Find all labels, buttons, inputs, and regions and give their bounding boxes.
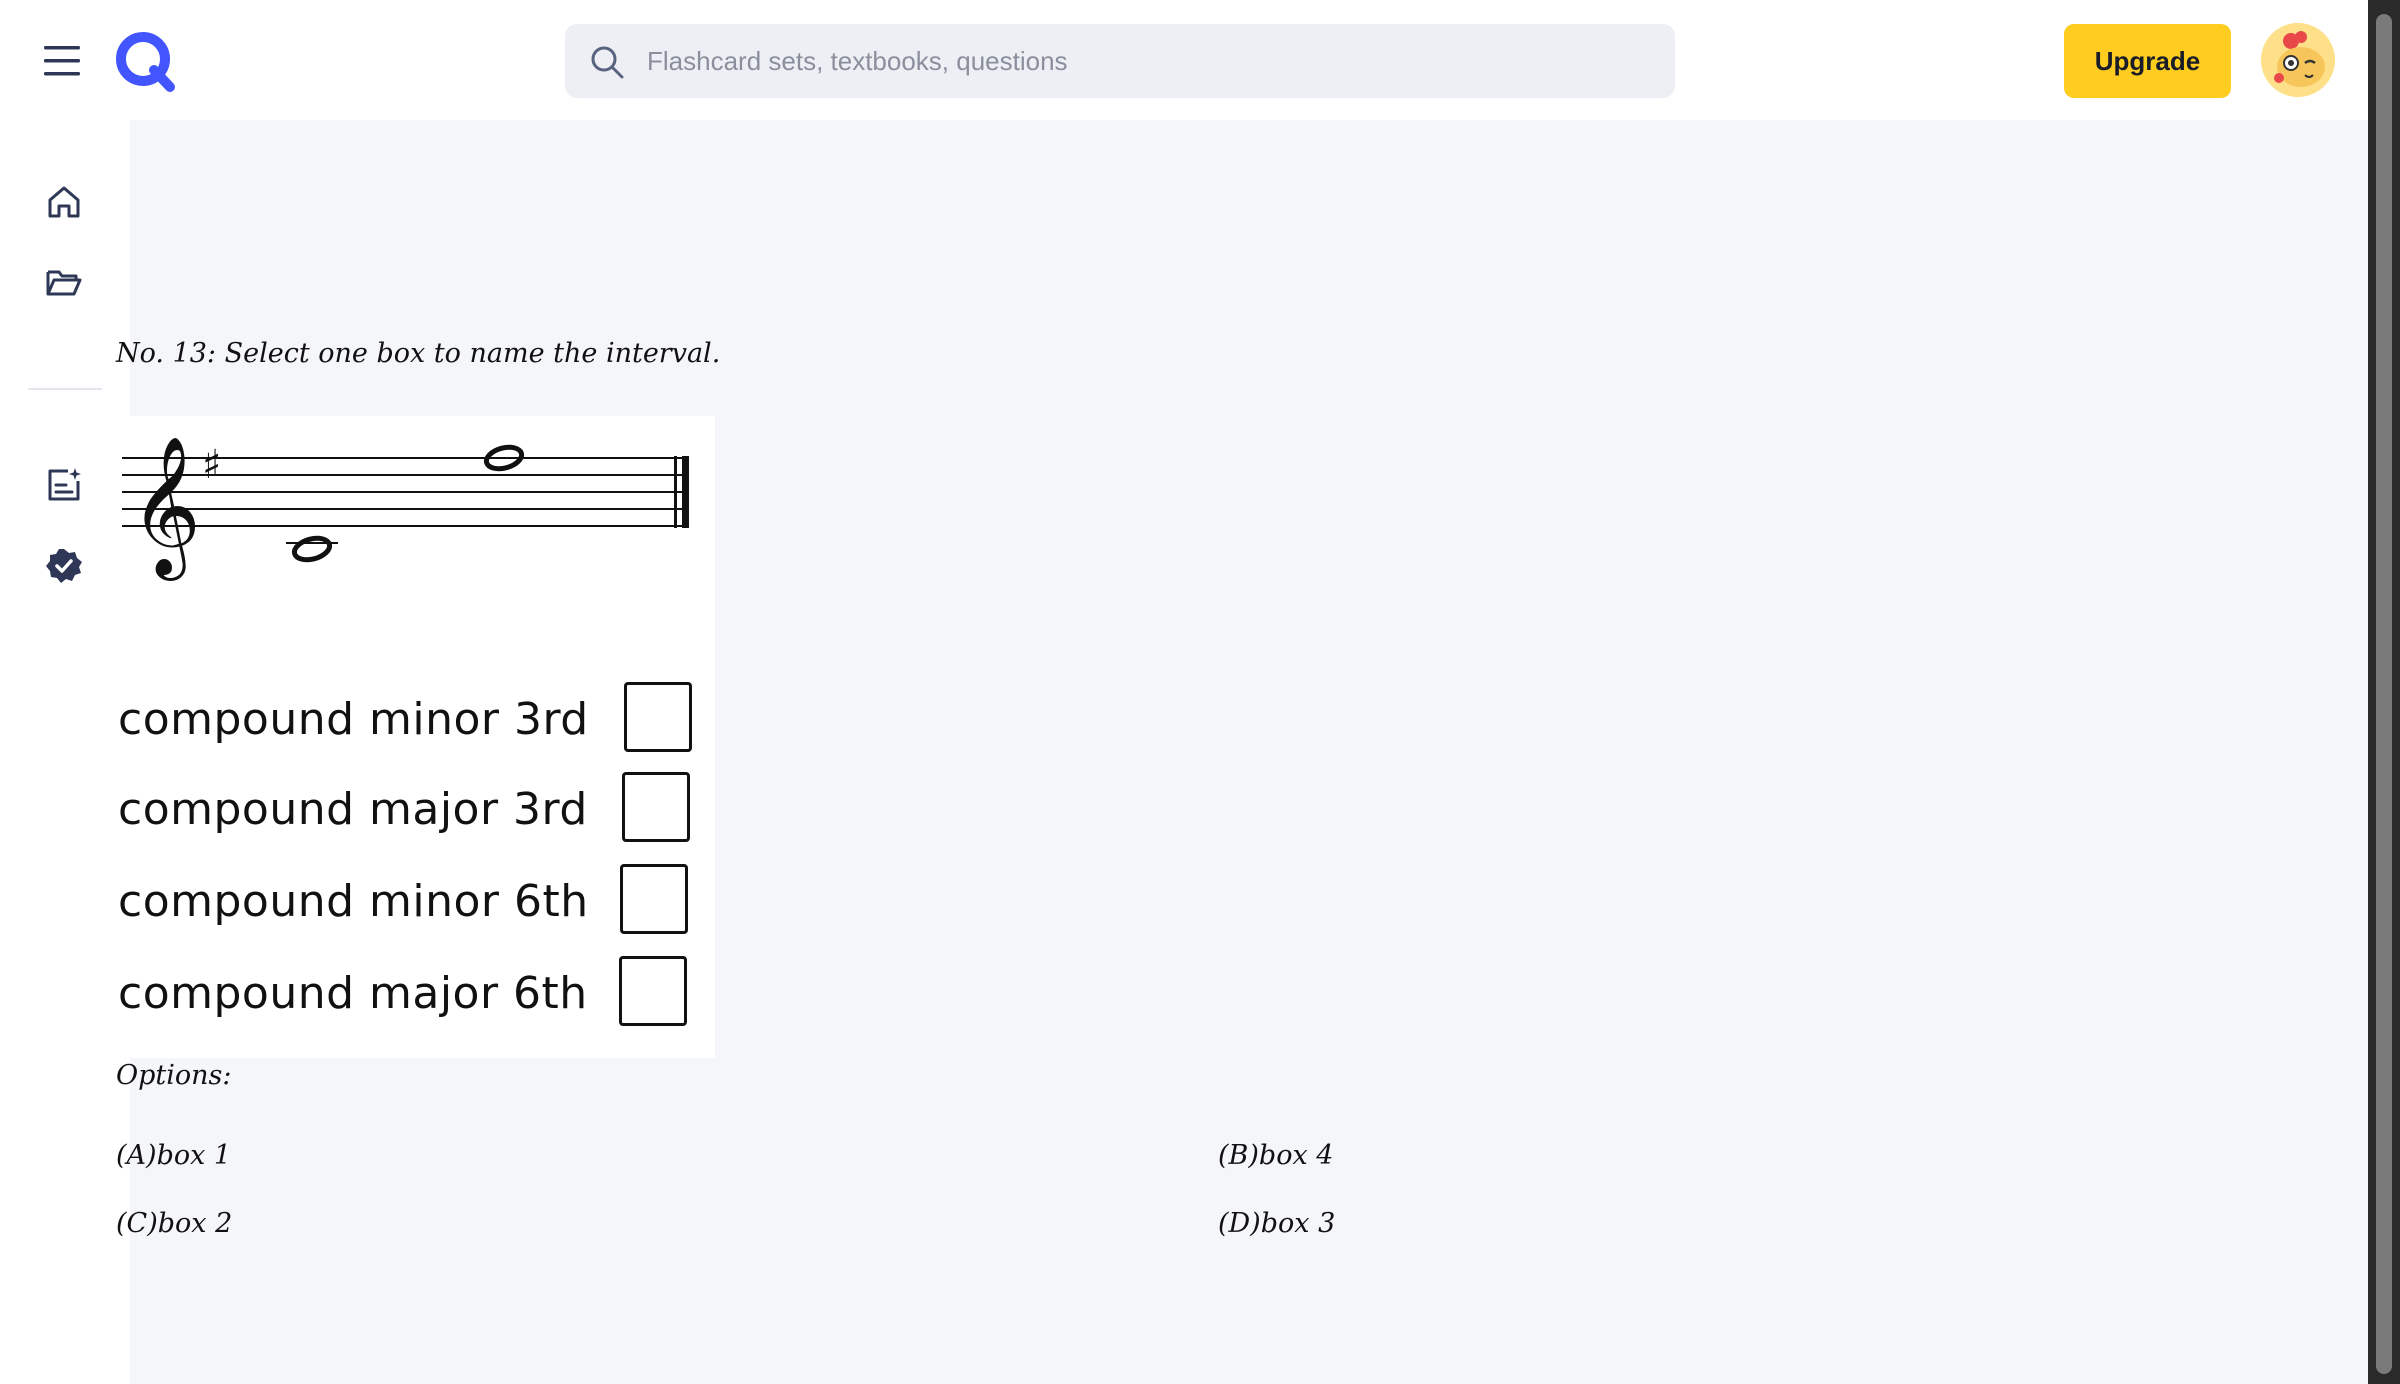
- choice-box-1[interactable]: [624, 682, 692, 752]
- verified-badge-icon[interactable]: [44, 546, 84, 586]
- music-staff: 𝄞 ♯: [122, 436, 689, 581]
- quizlet-logo-icon[interactable]: [114, 30, 176, 92]
- choice-box-3[interactable]: [620, 864, 688, 934]
- lower-whole-note: [291, 535, 333, 563]
- folder-open-icon[interactable]: [44, 262, 84, 302]
- sharp-icon: ♯: [202, 442, 221, 488]
- choice-row-4: compound major 6th: [116, 956, 715, 1036]
- options-title: Options:: [116, 1060, 232, 1091]
- option-a[interactable]: (A)box 1: [116, 1140, 231, 1171]
- choice-label: compound minor 3rd: [118, 694, 589, 745]
- upgrade-button[interactable]: Upgrade: [2064, 24, 2231, 98]
- add-document-icon[interactable]: [44, 465, 84, 505]
- option-c[interactable]: (C)box 2: [116, 1208, 232, 1239]
- choice-row-2: compound major 3rd: [116, 772, 715, 852]
- search-bar: [565, 24, 1675, 98]
- scrollbar-thumb[interactable]: [2376, 14, 2392, 1374]
- vertical-scrollbar[interactable]: [2368, 0, 2400, 1384]
- treble-clef-icon: 𝄞: [130, 436, 201, 581]
- choice-box-4[interactable]: [619, 956, 687, 1026]
- option-d[interactable]: (D)box 3: [1218, 1208, 1335, 1239]
- choice-box-2[interactable]: [622, 772, 690, 842]
- top-header: Upgrade: [0, 0, 2368, 120]
- choice-label: compound major 3rd: [118, 784, 588, 835]
- choice-label: compound minor 6th: [118, 876, 589, 927]
- search-input[interactable]: [645, 24, 1655, 98]
- home-icon[interactable]: [44, 182, 84, 222]
- avatar[interactable]: [2261, 23, 2335, 97]
- question-text: No. 13: Select one box to name the inter…: [116, 338, 721, 369]
- search-icon: [589, 44, 625, 80]
- choice-row-3: compound minor 6th: [116, 864, 715, 944]
- hamburger-menu-icon[interactable]: [40, 40, 88, 82]
- option-b[interactable]: (B)box 4: [1218, 1140, 1333, 1171]
- sidebar: [0, 120, 130, 1384]
- choice-label: compound major 6th: [118, 968, 588, 1019]
- sidebar-divider: [28, 388, 102, 390]
- choice-row-1: compound minor 3rd: [116, 682, 715, 762]
- user-avatar-icon: [2261, 23, 2335, 97]
- question-image: 𝄞 ♯ compound minor 3rd compound major 3r…: [116, 416, 715, 1058]
